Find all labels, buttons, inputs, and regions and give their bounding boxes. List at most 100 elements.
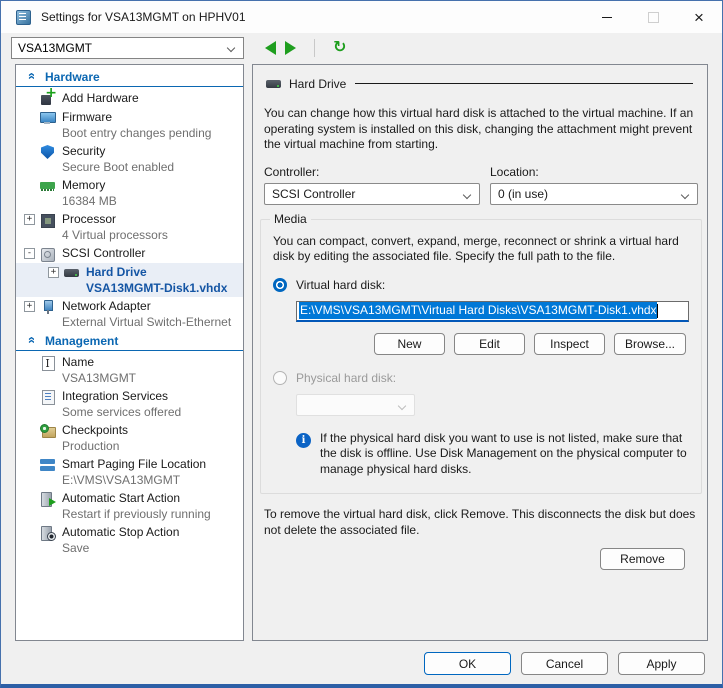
minimize-button[interactable]	[584, 1, 630, 33]
sidebar-item-hard-drive[interactable]: + Hard Drive VSA13MGMT-Disk1.vhdx	[16, 263, 243, 297]
stop-icon	[40, 525, 56, 541]
vhdx-path-selected-text: E:\VMS\VSA13MGMT\Virtual Hard Disks\VSA1…	[299, 302, 657, 319]
sidebar-item-network-adapter[interactable]: + Network Adapter External Virtual Switc…	[16, 297, 243, 331]
sidebar-item-smart-paging-file-location[interactable]: Smart Paging File Location E:\VMS\VSA13M…	[16, 455, 243, 489]
virtual-hard-disk-radio-label: Virtual hard disk:	[296, 278, 385, 292]
add-hardware-icon	[40, 91, 56, 107]
chevron-down-icon	[398, 401, 406, 409]
sidebar-item-label: SCSI Controller	[62, 245, 145, 261]
toolbar-separator	[314, 39, 315, 57]
media-groupbox-legend: Media	[270, 212, 311, 226]
sidebar-item-subtext: E:\VMS\VSA13MGMT	[62, 472, 206, 488]
name-icon	[40, 355, 56, 371]
location-value: 0 (in use)	[498, 187, 548, 201]
sidebar-item-label: Network Adapter	[62, 298, 231, 314]
collapse-chevron-icon[interactable]	[23, 334, 38, 347]
remove-note-text: To remove the virtual hard disk, click R…	[264, 507, 696, 538]
physical-disk-info-text: If the physical hard disk you want to us…	[320, 431, 689, 478]
apply-button[interactable]: Apply	[618, 652, 705, 675]
info-icon: i	[296, 433, 311, 448]
panel-intro-text: You can change how this virtual hard dis…	[264, 106, 700, 153]
refresh-icon[interactable]	[333, 39, 346, 57]
panel-header: Hard Drive	[266, 75, 695, 92]
controller-dropdown[interactable]: SCSI Controller	[264, 183, 480, 205]
media-intro-text: You can compact, convert, expand, merge,…	[273, 234, 687, 265]
sidebar-item-processor[interactable]: + Processor 4 Virtual processors	[16, 210, 243, 244]
hard-drive-settings-panel: Hard Drive You can change how this virtu…	[252, 64, 708, 641]
expander-icon[interactable]: -	[24, 248, 35, 259]
settings-window: Settings for VSA13MGMT on HPHV01 VSA13MG…	[0, 0, 723, 688]
forward-arrow-icon[interactable]	[285, 41, 296, 55]
firmware-icon	[40, 110, 56, 126]
vm-selector-dropdown[interactable]: VSA13MGMT	[11, 37, 244, 59]
location-dropdown[interactable]: 0 (in use)	[490, 183, 698, 205]
sidebar-item-automatic-start-action[interactable]: Automatic Start Action Restart if previo…	[16, 489, 243, 523]
sidebar-section-management[interactable]: Management	[16, 331, 243, 351]
chevron-down-icon	[463, 190, 471, 198]
edit-button[interactable]: Edit	[454, 333, 525, 355]
checkpoints-icon	[40, 423, 56, 439]
inspect-button[interactable]: Inspect	[534, 333, 605, 355]
network-icon	[40, 299, 56, 315]
close-button[interactable]	[676, 1, 722, 33]
sidebar-item-integration-services[interactable]: Integration Services Some services offer…	[16, 387, 243, 421]
sidebar-item-firmware[interactable]: Firmware Boot entry changes pending	[16, 108, 243, 142]
back-arrow-icon[interactable]	[265, 41, 276, 55]
ok-button[interactable]: OK	[424, 652, 511, 675]
sidebar-item-subtext: 16384 MB	[62, 193, 117, 209]
new-button[interactable]: New	[374, 333, 445, 355]
virtual-hard-disk-radio[interactable]	[273, 278, 287, 292]
sidebar-item-automatic-stop-action[interactable]: Automatic Stop Action Save	[16, 523, 243, 557]
start-icon	[40, 491, 56, 507]
expander-icon[interactable]: +	[48, 267, 59, 278]
sidebar-item-label: Add Hardware	[62, 90, 139, 106]
sidebar-item-subtext: 4 Virtual processors	[62, 227, 168, 243]
sidebar-item-label: Hard Drive	[86, 264, 227, 280]
sidebar-item-memory[interactable]: Memory 16384 MB	[16, 176, 243, 210]
sidebar-item-security[interactable]: Security Secure Boot enabled	[16, 142, 243, 176]
expander-icon[interactable]: +	[24, 301, 35, 312]
sidebar-item-checkpoints[interactable]: Checkpoints Production	[16, 421, 243, 455]
app-icon	[15, 9, 31, 25]
header-rule	[355, 83, 693, 84]
sidebar-item-scsi-controller[interactable]: - SCSI Controller	[16, 244, 243, 263]
sidebar-section-title: Management	[45, 334, 118, 348]
sidebar-item-subtext: External Virtual Switch-Ethernet	[62, 314, 231, 330]
media-groupbox: Media You can compact, convert, expand, …	[260, 219, 702, 495]
remove-button[interactable]: Remove	[600, 548, 685, 570]
controller-value: SCSI Controller	[272, 187, 355, 201]
maximize-button-disabled	[630, 1, 676, 33]
sidebar-section-title: Hardware	[45, 70, 100, 84]
physical-hard-disk-radio-disabled	[273, 371, 287, 385]
sidebar-item-subtext: Boot entry changes pending	[62, 125, 211, 141]
memory-icon	[40, 178, 56, 194]
sidebar-item-subtext: Some services offered	[62, 404, 181, 420]
physical-hard-disk-radio-label: Physical hard disk:	[296, 371, 396, 385]
physical-disk-dropdown-disabled	[296, 394, 415, 416]
expander-icon[interactable]: +	[24, 214, 35, 225]
sidebar-item-label: Automatic Stop Action	[62, 524, 179, 540]
sidebar-item-label: Memory	[62, 177, 117, 193]
sidebar-item-label: Processor	[62, 211, 168, 227]
sidebar-item-subtext: Production	[62, 438, 128, 454]
processor-icon	[40, 212, 56, 228]
paging-icon	[40, 457, 56, 473]
sidebar-item-add-hardware[interactable]: Add Hardware	[16, 89, 243, 108]
sidebar-item-name[interactable]: Name VSA13MGMT	[16, 353, 243, 387]
hard-drive-icon	[64, 265, 80, 281]
browse-button[interactable]: Browse...	[614, 333, 686, 355]
dialog-footer: OK Cancel Apply	[1, 642, 722, 685]
integration-icon	[40, 389, 56, 405]
sidebar-section-hardware[interactable]: Hardware	[16, 67, 243, 87]
settings-nav-sidebar: Hardware Add Hardware Firmware Boot entr…	[15, 64, 244, 641]
panel-title: Hard Drive	[289, 77, 346, 91]
location-label: Location:	[490, 165, 698, 179]
vhdx-path-input[interactable]: E:\VMS\VSA13MGMT\Virtual Hard Disks\VSA1…	[296, 301, 689, 322]
titlebar: Settings for VSA13MGMT on HPHV01	[1, 1, 722, 33]
collapse-chevron-icon[interactable]	[23, 70, 38, 83]
controller-label: Controller:	[264, 165, 480, 179]
sidebar-item-label: Name	[62, 354, 136, 370]
text-caret	[657, 304, 658, 318]
window-title: Settings for VSA13MGMT on HPHV01	[41, 10, 246, 24]
cancel-button[interactable]: Cancel	[521, 652, 608, 675]
